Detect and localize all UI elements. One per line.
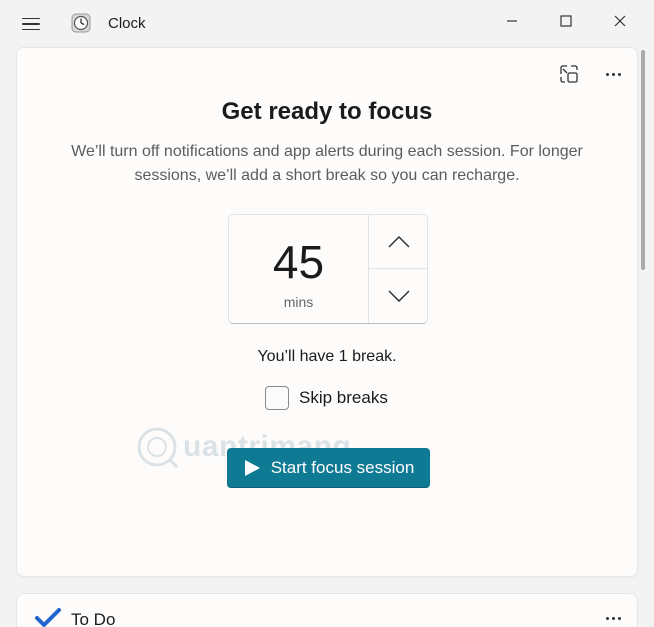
todo-check-icon xyxy=(35,608,61,627)
skip-breaks-option[interactable]: Skip breaks xyxy=(265,385,388,411)
todo-card: To Do xyxy=(16,593,638,627)
duration-unit: mins xyxy=(283,294,314,310)
decrease-duration-button[interactable] xyxy=(369,269,428,322)
minimize-icon xyxy=(507,20,517,22)
maximize-button[interactable] xyxy=(543,6,589,36)
focus-description: We’ll turn off notifications and app ale… xyxy=(71,143,583,184)
close-icon xyxy=(614,15,626,27)
focus-title: Get ready to focus xyxy=(221,98,433,125)
focus-session-card: Get ready to focus We’ll turn off notifi… xyxy=(16,47,638,577)
compact-overlay-button[interactable] xyxy=(553,60,585,88)
close-button[interactable] xyxy=(597,6,643,36)
skip-breaks-checkbox[interactable] xyxy=(265,386,289,410)
skip-breaks-label[interactable]: Skip breaks xyxy=(299,388,388,408)
hamburger-icon[interactable] xyxy=(14,10,48,38)
break-info: You’ll have 1 break. xyxy=(257,348,397,365)
clock-app-icon xyxy=(71,13,91,33)
scrollbar[interactable] xyxy=(641,50,645,270)
start-focus-session-label: Start focus session xyxy=(270,457,415,477)
more-options-button[interactable] xyxy=(597,60,629,88)
title-bar: Clock xyxy=(0,0,654,44)
play-icon xyxy=(244,459,260,476)
start-focus-session-button[interactable]: Start focus session xyxy=(227,448,430,488)
app-title: Clock xyxy=(108,15,146,32)
more-icon xyxy=(605,616,621,620)
duration-value[interactable]: 45 xyxy=(229,235,368,289)
maximize-icon xyxy=(560,15,572,27)
increase-duration-button[interactable] xyxy=(369,215,428,268)
compact-overlay-icon xyxy=(560,65,578,83)
chevron-up-icon xyxy=(387,235,410,248)
minimize-button[interactable] xyxy=(489,6,535,36)
watermark-logo-icon xyxy=(137,427,179,469)
todo-title: To Do xyxy=(71,610,116,627)
duration-picker: 45 mins xyxy=(228,214,428,324)
more-icon xyxy=(605,72,621,76)
chevron-down-icon xyxy=(387,289,410,302)
todo-more-options-button[interactable] xyxy=(597,604,629,627)
